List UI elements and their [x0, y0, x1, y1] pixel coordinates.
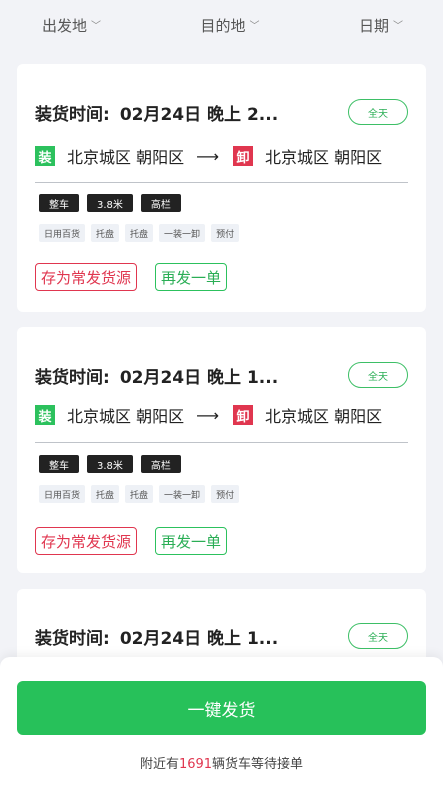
nearby-count: 1691: [178, 757, 213, 772]
vehicle-specs: 整车 3.8米 高栏: [39, 194, 181, 212]
shipment-card[interactable]: 装货时间: 02月24日 晚上 2... 全天 装 北京城区 朝阳区 ⟶ 卸 北京…: [17, 64, 426, 312]
load-time-label: 装货时间:: [35, 367, 110, 388]
goods-tags: 日用百货 托盘 托盘 一装一卸 预付: [39, 485, 240, 503]
load-time-value: 02月24日 晚上 2...: [119, 104, 279, 125]
unload-tag: 卸: [233, 405, 254, 425]
reorder-button[interactable]: 再发一单: [155, 263, 228, 291]
spec-tag: 3.8米: [87, 194, 133, 212]
goods-tags: 日用百货 托盘 托盘 一装一卸 预付: [39, 224, 240, 242]
origin-address: 北京城区 朝阳区: [67, 407, 185, 426]
goods-tag: 托盘: [125, 224, 154, 242]
all-day-badge: 全天: [348, 623, 408, 649]
card-actions: 存为常发货源 再发一单: [35, 263, 228, 291]
goods-tag: 预付: [211, 485, 240, 503]
destination-address: 北京城区 朝阳区: [265, 407, 383, 426]
divider: [35, 182, 408, 183]
save-as-frequent-button[interactable]: 存为常发货源: [35, 527, 138, 555]
filter-origin-label: 出发地: [42, 16, 88, 35]
card-header: 装货时间: 02月24日 晚上 1... 全天: [35, 623, 408, 649]
unload-tag: 卸: [233, 146, 254, 166]
load-time-value: 02月24日 晚上 1...: [119, 367, 279, 388]
spec-tag: 高栏: [140, 194, 181, 212]
filter-date[interactable]: 日期 ﹀: [359, 15, 403, 36]
goods-tag: 日用百货: [39, 224, 86, 242]
card-header: 装货时间: 02月24日 晚上 2... 全天: [35, 99, 408, 125]
load-tag: 装: [35, 405, 55, 425]
arrow-right-icon: ⟶: [196, 146, 220, 166]
goods-tag: 托盘: [125, 485, 154, 503]
spec-tag: 整车: [39, 194, 79, 212]
shipment-card[interactable]: 装货时间: 02月24日 晚上 1... 全天 装 北京城区 朝阳区 ⟶ 卸 北京…: [17, 327, 426, 573]
nearby-prefix: 附近有: [139, 757, 179, 772]
origin-address: 北京城区 朝阳区: [67, 148, 185, 167]
card-actions: 存为常发货源 再发一单: [35, 527, 228, 555]
load-time: 装货时间: 02月24日 晚上 1...: [35, 624, 278, 649]
spec-tag: 3.8米: [87, 455, 133, 473]
goods-tag: 一装一卸: [159, 485, 206, 503]
all-day-badge: 全天: [348, 99, 408, 125]
chevron-down-icon: ﹀: [91, 20, 102, 32]
load-time-value: 02月24日 晚上 1...: [119, 628, 279, 649]
route: 装 北京城区 朝阳区 ⟶ 卸 北京城区 朝阳区: [35, 144, 408, 168]
spec-tag: 高栏: [140, 455, 181, 473]
one-click-ship-button[interactable]: 一键发货: [17, 681, 426, 735]
nearby-suffix: 辆货车等待接单: [212, 757, 304, 772]
goods-tag: 预付: [211, 224, 240, 242]
goods-tag: 托盘: [91, 485, 120, 503]
load-time-label: 装货时间:: [35, 104, 110, 125]
filter-origin[interactable]: 出发地 ﹀: [42, 15, 101, 36]
spec-tag: 整车: [39, 455, 79, 473]
goods-tag: 托盘: [91, 224, 120, 242]
destination-address: 北京城区 朝阳区: [265, 148, 383, 167]
card-header: 装货时间: 02月24日 晚上 1... 全天: [35, 362, 408, 388]
filter-bar: 出发地 ﹀ 目的地 ﹀ 日期 ﹀: [0, 0, 443, 50]
route: 装 北京城区 朝阳区 ⟶ 卸 北京城区 朝阳区: [35, 403, 408, 427]
chevron-down-icon: ﹀: [249, 20, 260, 32]
load-time: 装货时间: 02月24日 晚上 2...: [35, 100, 278, 125]
chevron-down-icon: ﹀: [392, 20, 403, 32]
goods-tag: 日用百货: [39, 485, 86, 503]
all-day-badge: 全天: [348, 362, 408, 388]
save-as-frequent-button[interactable]: 存为常发货源: [35, 263, 138, 291]
arrow-right-icon: ⟶: [196, 405, 220, 425]
reorder-button[interactable]: 再发一单: [155, 527, 228, 555]
bottom-panel: 一键发货 附近有1691辆货车等待接单: [0, 657, 443, 793]
filter-date-label: 日期: [358, 16, 389, 35]
filter-destination-label: 目的地: [200, 16, 246, 35]
filter-destination[interactable]: 目的地 ﹀: [200, 15, 259, 36]
vehicle-specs: 整车 3.8米 高栏: [39, 455, 181, 473]
divider: [35, 442, 408, 443]
load-tag: 装: [35, 146, 55, 166]
goods-tag: 一装一卸: [159, 224, 206, 242]
load-time-label: 装货时间:: [35, 628, 110, 649]
nearby-trucks-text: 附近有1691辆货车等待接单: [0, 753, 443, 772]
load-time: 装货时间: 02月24日 晚上 1...: [35, 363, 278, 388]
